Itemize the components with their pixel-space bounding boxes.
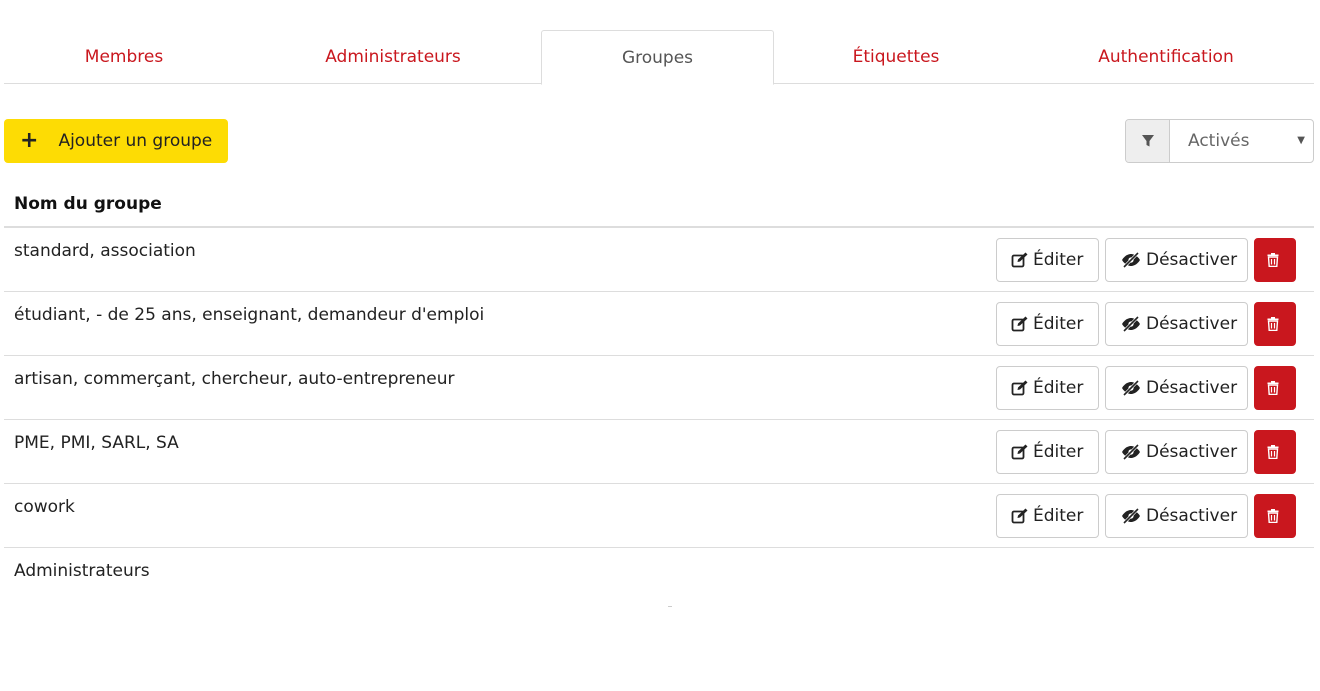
status-select[interactable]: Activés ▼ xyxy=(1170,120,1313,162)
edit-icon xyxy=(1011,508,1028,524)
plus-icon: + xyxy=(20,128,39,153)
filter-icon xyxy=(1126,120,1170,162)
edit-label: Éditer xyxy=(1033,314,1084,334)
eye-slash-icon xyxy=(1122,508,1140,524)
column-header-group-name: Nom du groupe xyxy=(4,182,1314,228)
tab-groupes[interactable]: Groupes xyxy=(541,30,774,85)
trash-icon xyxy=(1267,317,1279,331)
trash-icon xyxy=(1267,445,1279,459)
delete-button[interactable] xyxy=(1254,366,1296,410)
status-select-value: Activés xyxy=(1188,131,1250,151)
divider xyxy=(668,606,672,607)
status-filter[interactable]: Activés ▼ xyxy=(1125,119,1314,163)
group-name: PME, PMI, SARL, SA xyxy=(14,433,179,453)
tab-authentification[interactable]: Authentification xyxy=(1034,30,1298,84)
delete-button[interactable] xyxy=(1254,494,1296,538)
disable-button[interactable]: Désactiver xyxy=(1105,366,1248,410)
edit-button[interactable]: Éditer xyxy=(996,302,1099,346)
groups-table: Nom du groupe standard, association Édit… xyxy=(4,182,1314,612)
tab-administrateurs[interactable]: Administrateurs xyxy=(274,30,512,84)
eye-slash-icon xyxy=(1122,316,1140,332)
table-row: cowork Éditer Désactiver xyxy=(4,484,1314,548)
delete-button[interactable] xyxy=(1254,238,1296,282)
table-row: PME, PMI, SARL, SA Éditer Désactiver xyxy=(4,420,1314,484)
group-name: Administrateurs xyxy=(14,561,150,581)
group-name: étudiant, - de 25 ans, enseignant, deman… xyxy=(14,305,485,325)
disable-button[interactable]: Désactiver xyxy=(1105,238,1248,282)
table-row: standard, association Éditer Désactiver xyxy=(4,228,1314,292)
disable-label: Désactiver xyxy=(1146,378,1238,398)
edit-icon xyxy=(1011,380,1028,396)
disable-label: Désactiver xyxy=(1146,442,1238,462)
tab-membres[interactable]: Membres xyxy=(4,30,244,84)
trash-icon xyxy=(1267,509,1279,523)
edit-button[interactable]: Éditer xyxy=(996,238,1099,282)
add-group-label: Ajouter un groupe xyxy=(58,131,213,151)
edit-label: Éditer xyxy=(1033,250,1084,270)
tab-bar: Membres Administrateurs Groupes Étiquett… xyxy=(4,30,1314,85)
disable-button[interactable]: Désactiver xyxy=(1105,494,1248,538)
edit-button[interactable]: Éditer xyxy=(996,366,1099,410)
eye-slash-icon xyxy=(1122,444,1140,460)
disable-label: Désactiver xyxy=(1146,506,1238,526)
edit-button[interactable]: Éditer xyxy=(996,430,1099,474)
group-name: cowork xyxy=(14,497,75,517)
disable-label: Désactiver xyxy=(1146,314,1238,334)
group-name: standard, association xyxy=(14,241,196,261)
caret-down-icon: ▼ xyxy=(1297,135,1305,146)
edit-icon xyxy=(1011,444,1028,460)
disable-button[interactable]: Désactiver xyxy=(1105,430,1248,474)
disable-label: Désactiver xyxy=(1146,250,1238,270)
edit-button[interactable]: Éditer xyxy=(996,494,1099,538)
edit-label: Éditer xyxy=(1033,442,1084,462)
edit-icon xyxy=(1011,316,1028,332)
edit-icon xyxy=(1011,252,1028,268)
tab-etiquettes[interactable]: Étiquettes xyxy=(774,30,1018,84)
eye-slash-icon xyxy=(1122,380,1140,396)
table-row: Administrateurs xyxy=(4,548,1314,612)
trash-icon xyxy=(1267,381,1279,395)
disable-button[interactable]: Désactiver xyxy=(1105,302,1248,346)
delete-button[interactable] xyxy=(1254,430,1296,474)
edit-label: Éditer xyxy=(1033,506,1084,526)
edit-label: Éditer xyxy=(1033,378,1084,398)
eye-slash-icon xyxy=(1122,252,1140,268)
add-group-button[interactable]: + Ajouter un groupe xyxy=(4,119,228,163)
group-name: artisan, commerçant, chercheur, auto-ent… xyxy=(14,369,455,389)
table-row: artisan, commerçant, chercheur, auto-ent… xyxy=(4,356,1314,420)
table-row: étudiant, - de 25 ans, enseignant, deman… xyxy=(4,292,1314,356)
delete-button[interactable] xyxy=(1254,302,1296,346)
trash-icon xyxy=(1267,253,1279,267)
